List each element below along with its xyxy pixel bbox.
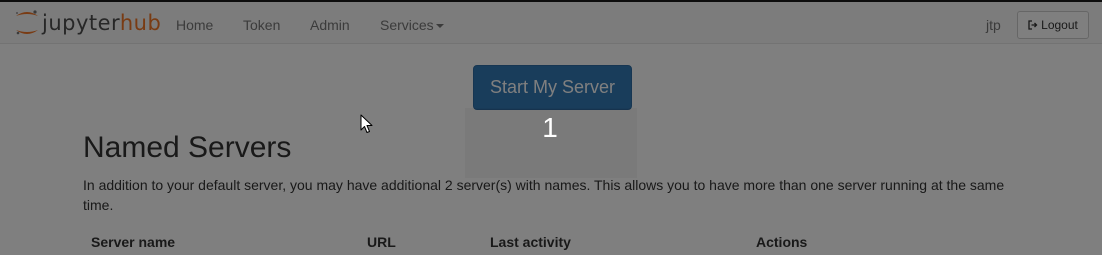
nav-admin[interactable]: Admin — [310, 4, 350, 46]
jupyterhub-logo[interactable]: jupyterhub — [14, 9, 161, 37]
nav-services-dropdown[interactable]: Services — [380, 4, 444, 46]
named-servers-description: In addition to your default server, you … — [83, 177, 1005, 213]
navbar: jupyterhub Home Token Admin Services jtp… — [0, 2, 1102, 44]
nav-home[interactable]: Home — [176, 4, 213, 46]
column-header-server-name: Server name — [91, 234, 176, 250]
mouse-pointer-icon — [360, 114, 373, 133]
logo-text-suffix: hub — [119, 11, 162, 35]
column-header-actions: Actions — [756, 234, 808, 250]
jupyterhub-page: jupyterhub Home Token Admin Services jtp… — [0, 0, 1102, 255]
jupyter-logo-icon — [14, 9, 40, 37]
column-header-url: URL — [367, 234, 396, 250]
logo-text: jupyterhub — [42, 9, 161, 37]
tour-step-number: 1 — [542, 112, 558, 143]
logout-button[interactable]: Logout — [1017, 11, 1089, 39]
named-servers-heading: Named Servers — [83, 131, 292, 164]
sign-out-icon — [1028, 20, 1038, 30]
logout-label: Logout — [1041, 18, 1078, 32]
start-my-server-button[interactable]: Start My Server — [473, 65, 632, 110]
nav-token[interactable]: Token — [243, 4, 280, 46]
logo-text-prefix: jupyter — [42, 11, 120, 35]
column-header-last-activity: Last activity — [490, 234, 571, 250]
caret-down-icon — [435, 24, 444, 29]
nav-services-label: Services — [380, 17, 434, 33]
user-name[interactable]: jtp — [986, 4, 1001, 46]
